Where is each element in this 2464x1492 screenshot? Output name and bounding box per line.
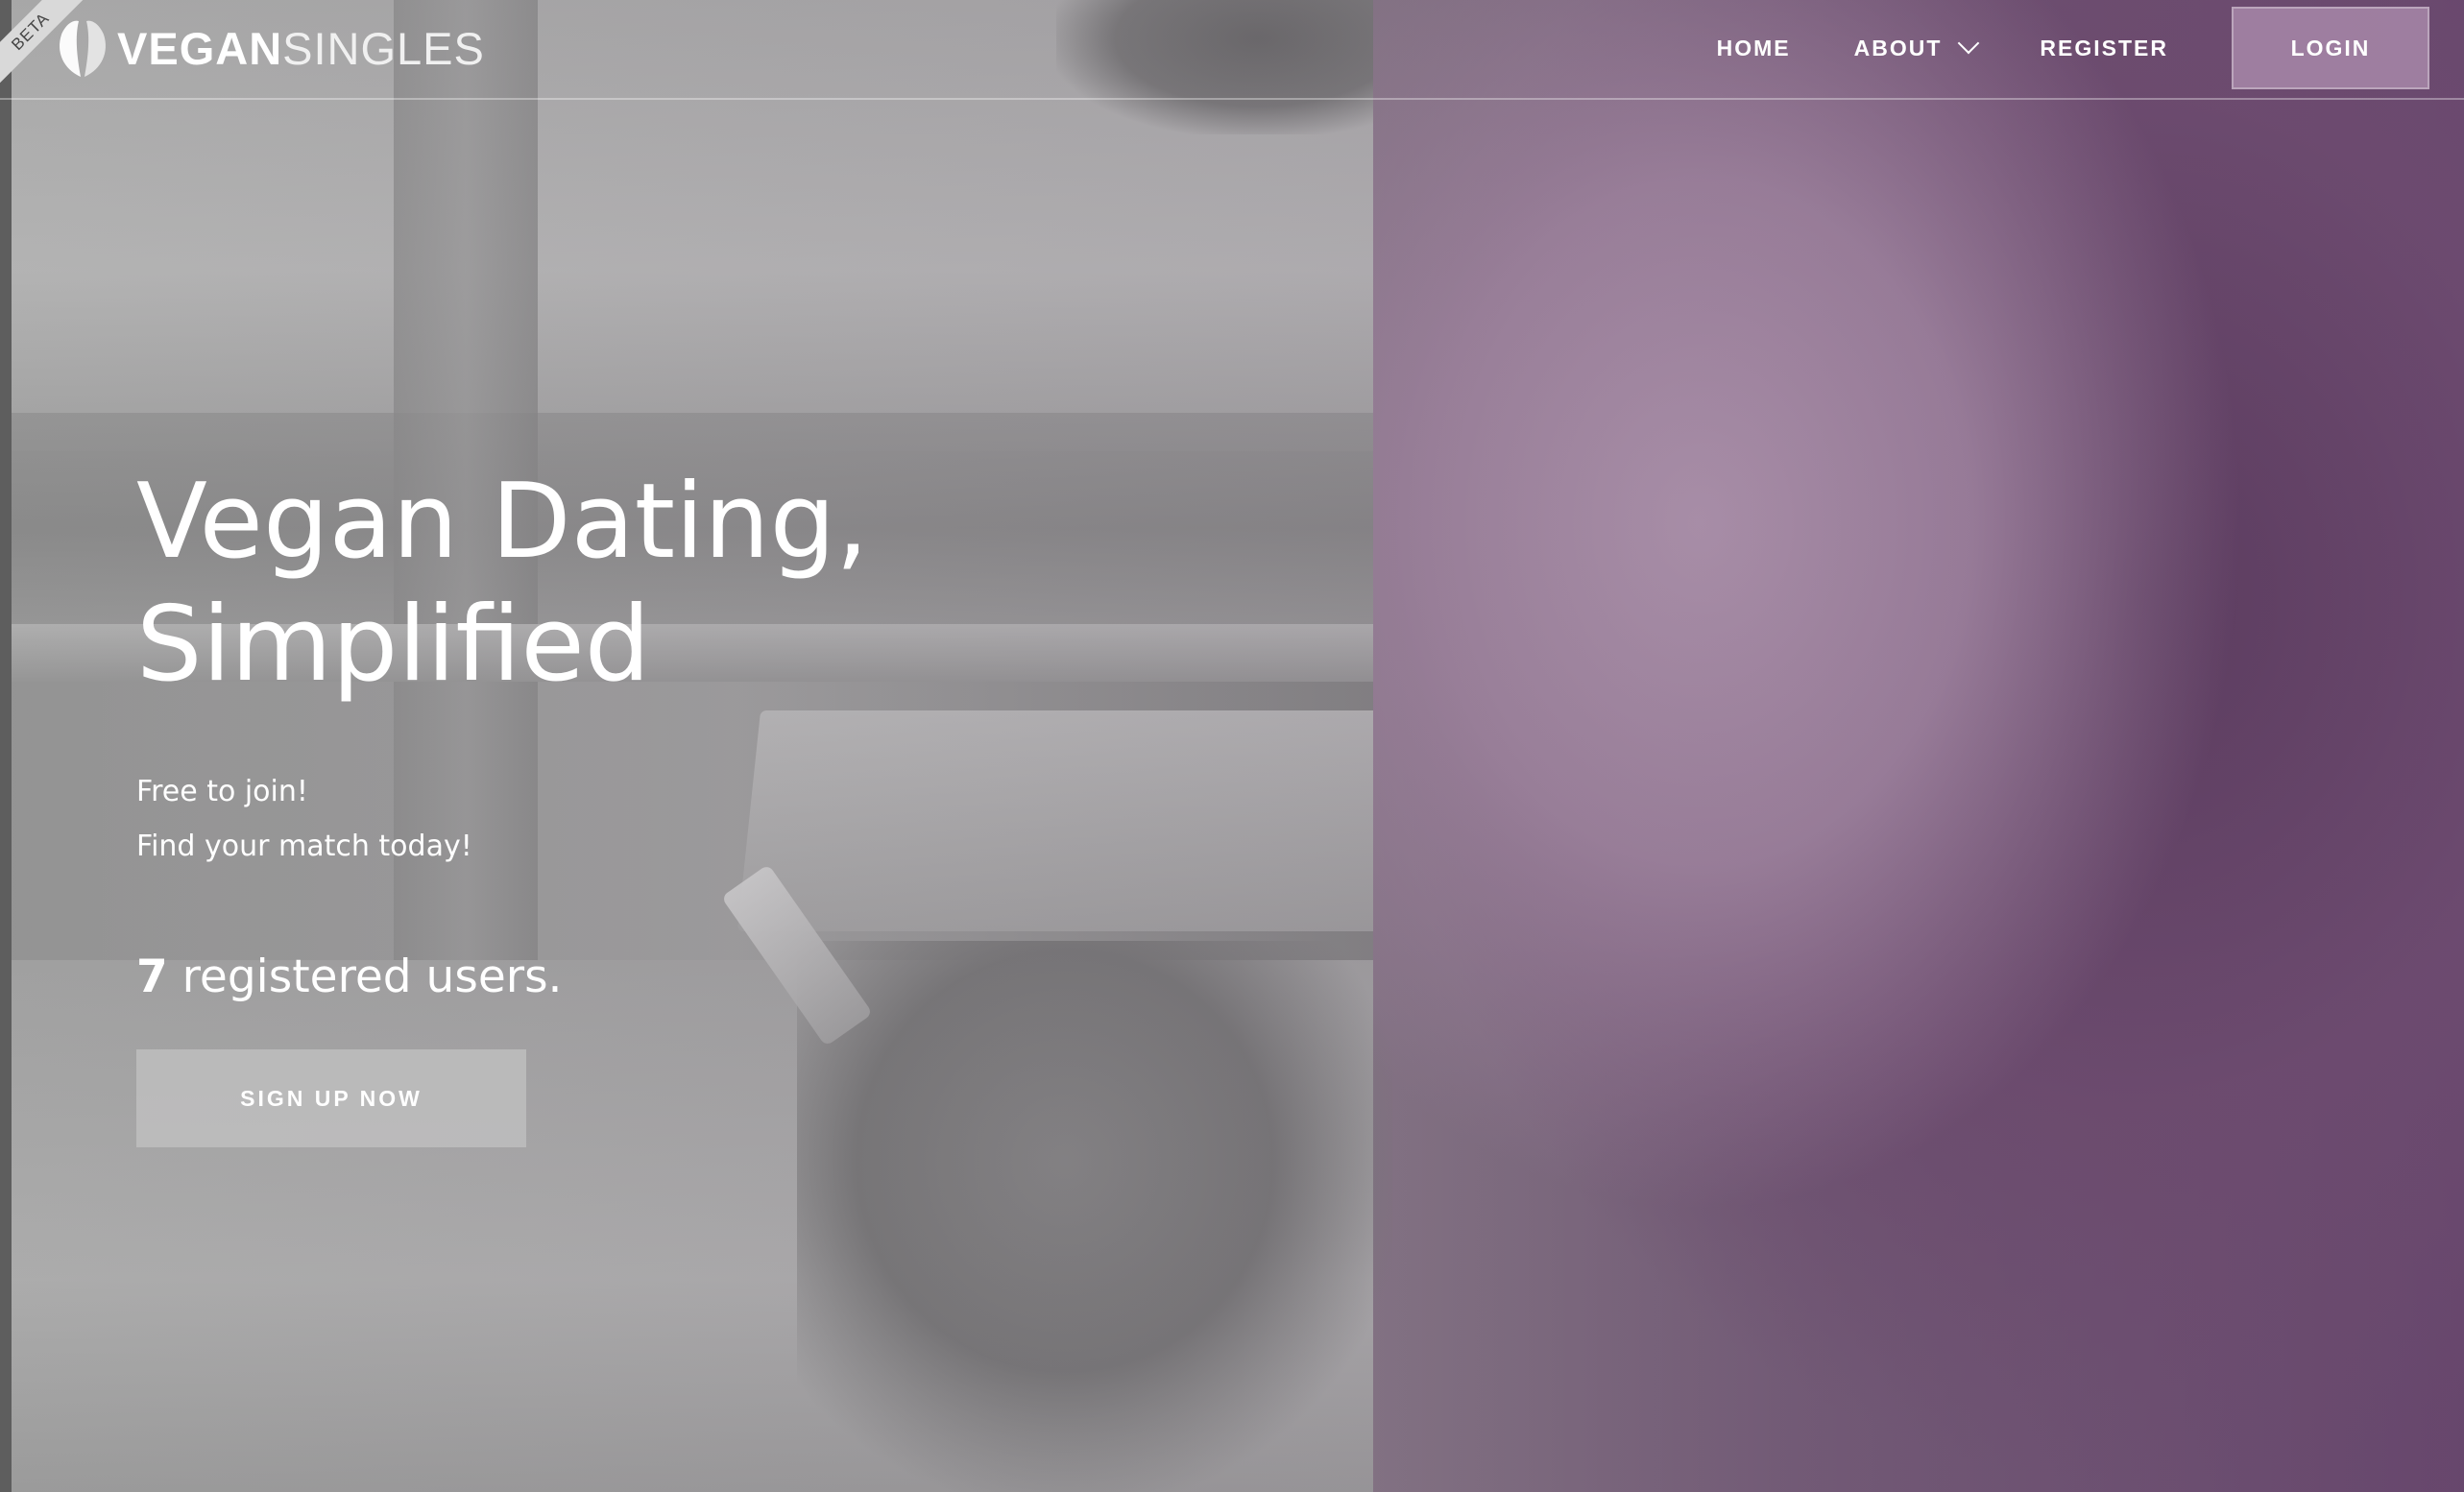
registered-users-count: 7 registered users.: [136, 951, 1193, 1003]
login-button[interactable]: LOGIN: [2232, 7, 2429, 89]
nav-about[interactable]: ABOUT: [1853, 32, 1980, 61]
hero-subtitle: Free to join! Find your match today!: [136, 764, 1193, 874]
hero-section: Vegan Dating, Simplified Free to join! F…: [136, 461, 1193, 1147]
login-button-label: LOGIN: [2290, 35, 2371, 60]
main-nav: HOME ABOUT REGISTER LOGIN: [1654, 7, 2429, 89]
sign-up-button-label: SIGN UP NOW: [240, 1085, 423, 1111]
hero-title-line2: Simplified: [136, 585, 651, 705]
logo-text-light: SINGLES: [282, 22, 485, 74]
nav-home[interactable]: HOME: [1717, 36, 1791, 61]
nav-about-label: ABOUT: [1853, 35, 1943, 60]
top-navbar: VEGAN SINGLES HOME ABOUT REGISTER LOGIN: [0, 0, 2464, 100]
logo-text-bold: VEGAN: [117, 22, 283, 74]
landing-page: BETA VEGAN SINGLES HOME ABOUT REGISTER L…: [0, 0, 2464, 1492]
user-count-suffix: registered users.: [167, 951, 563, 1003]
nav-register[interactable]: REGISTER: [2040, 36, 2168, 61]
left-edge-bar: [0, 0, 12, 1492]
user-count-number: 7: [136, 951, 168, 1003]
hero-subtitle-line1: Free to join!: [136, 775, 308, 808]
hero-title: Vegan Dating, Simplified: [136, 461, 1193, 707]
hero-title-line1: Vegan Dating,: [136, 462, 869, 582]
nav-home-label: HOME: [1716, 35, 1791, 60]
nav-register-label: REGISTER: [2040, 35, 2168, 60]
hero-subtitle-line2: Find your match today!: [136, 830, 472, 863]
sign-up-button[interactable]: SIGN UP NOW: [136, 1049, 526, 1147]
two-leaves-icon: [54, 17, 111, 79]
site-logo[interactable]: VEGAN SINGLES: [54, 17, 485, 79]
chevron-down-icon: [1958, 32, 1980, 55]
